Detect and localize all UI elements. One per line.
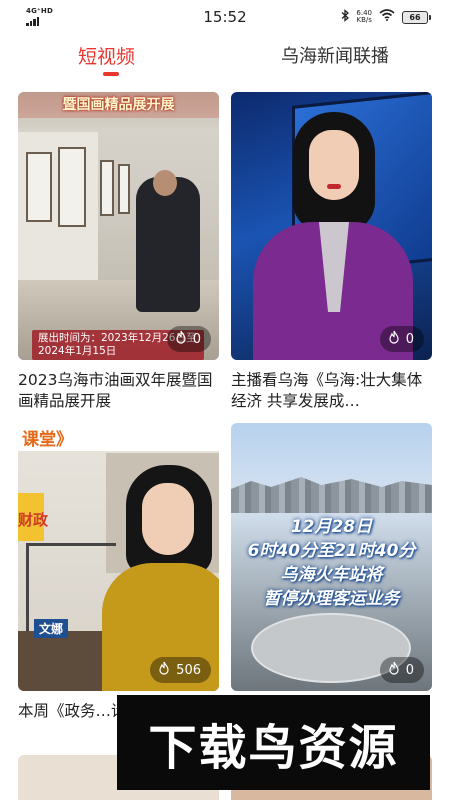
tab-bar: 短视频 乌海新闻联播 xyxy=(0,34,450,84)
network-speed: 6.40 KB/s xyxy=(356,8,372,24)
network-type: 4G⁺HD xyxy=(26,7,53,15)
signal-indicator: 4G⁺HD xyxy=(26,8,53,26)
battery-icon: 66 xyxy=(402,10,431,24)
video-thumbnail[interactable]: 0 xyxy=(231,92,432,360)
host-name: 文娜 xyxy=(34,619,69,638)
tab-wuhai-news[interactable]: 乌海新闻联播 xyxy=(281,42,389,68)
painting xyxy=(118,164,130,214)
host xyxy=(142,483,194,555)
flame-icon xyxy=(388,330,400,348)
signal-bars-icon xyxy=(26,17,39,26)
notice-overlay: 12月28日 6时40分至21时40分 乌海火车站将 暂停办理客运业务 xyxy=(247,517,416,609)
flame-icon xyxy=(175,330,187,348)
bluetooth-icon xyxy=(341,8,350,26)
flame-icon xyxy=(388,661,400,679)
anchor xyxy=(309,130,359,200)
video-thumbnail[interactable]: 课堂》 财政 文娜 506 xyxy=(18,423,219,691)
active-tab-indicator xyxy=(103,72,119,76)
wifi-icon xyxy=(379,9,395,25)
painting xyxy=(26,152,52,222)
like-count-badge: 506 xyxy=(150,657,211,683)
tab-short-video[interactable]: 短视频 xyxy=(78,42,135,69)
battery-level: 66 xyxy=(409,12,421,22)
video-card[interactable]: 暨国画精品展开展 展出时间为：2023年12月26日至 2024年1月15日 0… xyxy=(18,92,219,412)
flame-icon xyxy=(158,661,170,679)
like-count-badge: 0 xyxy=(379,657,424,683)
painting xyxy=(58,147,86,227)
clock: 15:52 xyxy=(203,8,247,26)
watermark: 下载鸟资源 xyxy=(117,695,430,790)
video-title[interactable]: 主播看乌海《乌海:壮大集体经济 共享发展成… xyxy=(231,370,432,412)
painting xyxy=(100,160,114,216)
video-title[interactable]: 2023乌海市油画双年展暨国画精品展开展 xyxy=(18,370,219,412)
video-thumbnail[interactable]: 12月28日 6时40分至21时40分 乌海火车站将 暂停办理客运业务 0 xyxy=(231,423,432,691)
like-count-badge: 0 xyxy=(379,326,424,352)
like-count-badge: 0 xyxy=(166,326,211,352)
video-card[interactable]: 0 主播看乌海《乌海:壮大集体经济 共享发展成… xyxy=(231,92,432,412)
status-bar: 4G⁺HD 15:52 6.40 KB/s 66 xyxy=(0,0,450,34)
video-thumbnail[interactable]: 暨国画精品展开展 展出时间为：2023年12月26日至 2024年1月15日 0 xyxy=(18,92,219,360)
visitor xyxy=(136,177,200,312)
video-banner: 暨国画精品展开展 xyxy=(18,92,219,118)
